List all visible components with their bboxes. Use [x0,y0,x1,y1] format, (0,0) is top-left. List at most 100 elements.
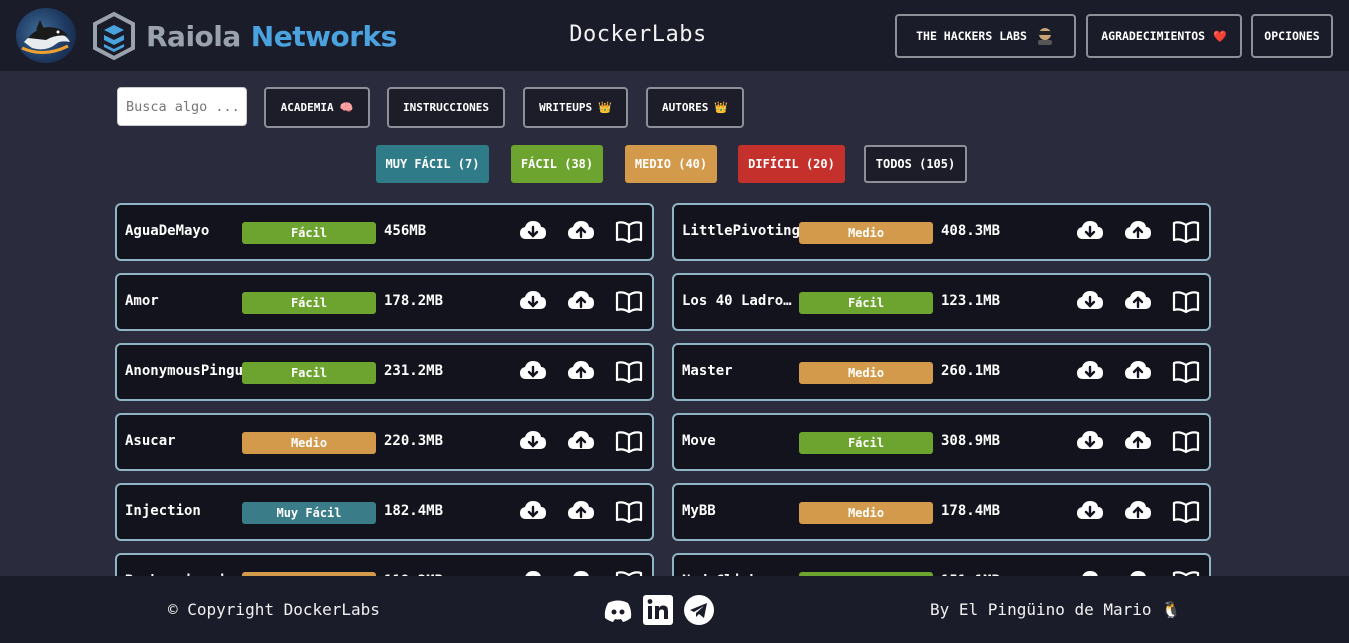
machine-card[interactable]: Amor Fácil 178.2MB [115,273,654,331]
upload-icon[interactable] [567,359,595,385]
writeup-book-icon[interactable] [1172,429,1200,455]
upload-icon[interactable] [567,219,595,245]
machine-size: 456MB [384,223,427,239]
opciones-label: OPCIONES [1264,29,1320,43]
writeup-book-icon[interactable] [615,289,643,315]
machine-name: Move [682,433,716,449]
academia-button[interactable]: ACADEMIA 🧠 [264,87,370,128]
raiola-networks-logo[interactable]: Raiola Networks [92,11,397,61]
upload-icon[interactable] [567,499,595,525]
machine-size: 178.2MB [384,293,444,309]
difficulty-badge: Medio [799,362,933,384]
upload-icon[interactable] [567,289,595,315]
filter-muy-facil-button[interactable]: MUY FÁCIL (7) [376,145,489,183]
difficulty-badge: Fácil [242,222,376,244]
difficulty-badge: Medio [799,222,933,244]
machine-card[interactable]: Master Medio 260.1MB [672,343,1211,401]
filter-todos-button[interactable]: TODOS (105) [864,145,967,183]
writeups-button[interactable]: WRITEUPS 👑 [523,87,628,128]
heart-icon: ❤️ [1213,29,1227,43]
machine-name: Los 40 Ladrones [682,293,800,309]
machine-name: Injection [125,503,201,519]
machine-name: Master [682,363,733,379]
download-icon[interactable] [519,289,547,315]
search-input[interactable] [117,87,247,126]
difficulty-badge: Muy Fácil [242,502,376,524]
download-icon[interactable] [519,499,547,525]
writeup-book-icon[interactable] [1172,219,1200,245]
machine-size: 231.2MB [384,363,444,379]
autores-button[interactable]: AUTORES 👑 [646,87,744,128]
download-icon[interactable] [1076,289,1104,315]
difficulty-badge: Fácil [799,292,933,314]
difficulty-badge: Facil [242,362,376,384]
upload-icon[interactable] [567,429,595,455]
site-title: DockerLabs [569,22,707,47]
machine-size: 182.4MB [384,503,444,519]
opciones-button[interactable]: OPCIONES [1251,14,1333,58]
difficulty-badge: Fácil [242,292,376,314]
writeup-book-icon[interactable] [615,499,643,525]
filter-facil-button[interactable]: FÁCIL (38) [511,145,603,183]
machine-name: Asucar [125,433,176,449]
machine-card[interactable]: Los 40 Ladrones Fácil 123.1MB [672,273,1211,331]
filter-dificil-button[interactable]: DIFÍCIL (20) [738,145,845,183]
machine-card[interactable]: MyBB Medio 178.4MB [672,483,1211,541]
upload-icon[interactable] [1124,429,1152,455]
brain-icon: 🧠 [339,101,354,114]
machine-card[interactable]: Asucar Medio 220.3MB [115,413,654,471]
machine-size: 123.1MB [941,293,1001,309]
download-icon[interactable] [1076,219,1104,245]
download-icon[interactable] [1076,359,1104,385]
writeup-book-icon[interactable] [1172,359,1200,385]
download-icon[interactable] [519,219,547,245]
upload-icon[interactable] [1124,289,1152,315]
writeup-book-icon[interactable] [615,429,643,455]
discord-icon[interactable] [602,594,634,626]
machine-card[interactable]: AnonymousPingu Facil 231.2MB [115,343,654,401]
download-icon[interactable] [519,359,547,385]
copyright-text: © Copyright DockerLabs [168,600,380,619]
machine-size: 220.3MB [384,433,444,449]
writeup-book-icon[interactable] [615,219,643,245]
machine-card[interactable]: AguaDeMayo Fácil 456MB [115,203,654,261]
agradecimientos-label: AGRADECIMIENTOS [1101,29,1206,43]
telegram-icon[interactable] [683,594,715,626]
writeup-book-icon[interactable] [615,359,643,385]
writeup-book-icon[interactable] [1172,289,1200,315]
instrucciones-button[interactable]: INSTRUCCIONES [387,87,505,128]
agradecimientos-button[interactable]: AGRADECIMIENTOS ❤️ [1086,14,1242,58]
linkedin-icon[interactable] [642,594,674,626]
download-icon[interactable] [1076,429,1104,455]
machine-card[interactable]: LittlePivoting Medio 408.3MB [672,203,1211,261]
the-hackers-labs-button[interactable]: THE HACKERS LABS [895,14,1076,58]
writeups-label: WRITEUPS [539,101,593,114]
machine-name: AnonymousPingu [125,363,243,379]
filter-medio-button[interactable]: MEDIO (40) [625,145,717,183]
writeup-book-icon[interactable] [1172,499,1200,525]
header: Raiola Networks DockerLabs THE HACKERS L… [0,0,1349,71]
dockerlabs-logo[interactable] [16,8,76,63]
difficulty-badge: Fácil [799,432,933,454]
machine-card[interactable]: Move Fácil 308.9MB [672,413,1211,471]
machine-name: LittlePivoting [682,223,800,239]
crown-icon: 👑 [714,101,729,114]
brand-word-raiola: Raiola [146,19,241,53]
instrucciones-label: INSTRUCCIONES [402,101,490,114]
upload-icon[interactable] [1124,499,1152,525]
academia-label: ACADEMIA [280,101,334,114]
upload-icon[interactable] [1124,219,1152,245]
hacker-avatar-icon [1037,28,1052,45]
download-icon[interactable] [519,429,547,455]
download-icon[interactable] [1076,499,1104,525]
brand-word-networks: Networks [250,19,398,53]
machine-card[interactable]: Injection Muy Fácil 182.4MB [115,483,654,541]
author-credit: By El Pingüino de Mario 🐧 [930,600,1182,619]
difficulty-badge: Medio [242,432,376,454]
the-hackers-labs-label: THE HACKERS LABS [916,29,1027,43]
machine-name: AguaDeMayo [125,223,210,239]
machine-size: 308.9MB [941,433,1001,449]
footer: © Copyright DockerLabs By El Pingüino de… [0,576,1349,643]
upload-icon[interactable] [1124,359,1152,385]
machine-size: 408.3MB [941,223,1001,239]
